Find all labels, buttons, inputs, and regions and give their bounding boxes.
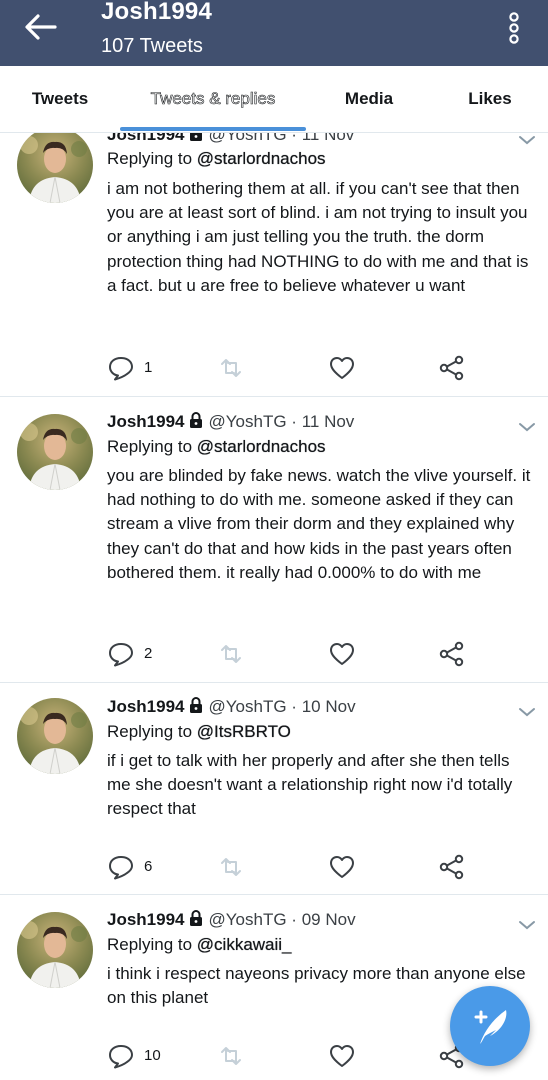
- replying-to: Replying to @cikkawaii_: [107, 935, 292, 954]
- reply-count: 1: [144, 359, 153, 376]
- author-name[interactable]: Josh1994: [107, 697, 185, 716]
- tweet-item[interactable]: Josh1994 @YoshTG · 11 Nov Replying to @st…: [0, 397, 548, 683]
- tweet-feed[interactable]: Josh1994 @YoshTG · 11 Nov Replying to @st…: [0, 133, 548, 1080]
- tweet-header: Josh1994 @YoshTG · 11 Nov: [107, 412, 354, 432]
- back-arrow-icon[interactable]: [22, 12, 58, 42]
- lock-icon: [189, 910, 202, 926]
- author-handle[interactable]: @YoshTG: [209, 910, 287, 929]
- retweet-icon[interactable]: [217, 355, 245, 381]
- author-name[interactable]: Josh1994: [107, 412, 185, 431]
- tweet-header: Josh1994 @YoshTG · 09 Nov: [107, 910, 356, 930]
- reply-count: 10: [144, 1047, 161, 1064]
- author-name[interactable]: Josh1994: [107, 133, 185, 144]
- like-heart-icon[interactable]: [328, 641, 356, 667]
- tab-media[interactable]: Media: [306, 66, 432, 132]
- avatar[interactable]: [17, 912, 93, 988]
- author-name[interactable]: Josh1994: [107, 910, 185, 929]
- reply-icon[interactable]: [107, 854, 135, 880]
- share-icon[interactable]: [438, 854, 466, 880]
- compose-feather-icon: [474, 1010, 507, 1044]
- tab-tweets[interactable]: Tweets: [0, 66, 120, 132]
- retweet-icon[interactable]: [217, 641, 245, 667]
- tweet-actions: 2: [107, 641, 537, 667]
- profile-tabs: Tweets Tweets & replies Media Likes: [0, 66, 548, 133]
- like-heart-icon[interactable]: [328, 854, 356, 880]
- tab-likes[interactable]: Likes: [432, 66, 548, 132]
- tweet-date[interactable]: 10 Nov: [302, 697, 356, 716]
- share-icon[interactable]: [438, 641, 466, 667]
- tweet-count: 107 Tweets: [101, 35, 203, 57]
- like-heart-icon[interactable]: [328, 1043, 356, 1069]
- reply-icon[interactable]: [107, 355, 135, 381]
- reply-mention-link[interactable]: @starlordnachos: [197, 437, 326, 456]
- tweet-date[interactable]: 11 Nov: [302, 412, 355, 431]
- reply-mention-link[interactable]: @starlordnachos: [197, 149, 326, 168]
- active-tab-indicator: [120, 127, 306, 131]
- top-app-bar: Josh1994 107 Tweets: [0, 0, 548, 66]
- like-heart-icon[interactable]: [328, 355, 356, 381]
- overflow-menu-icon[interactable]: [504, 12, 524, 44]
- avatar[interactable]: [17, 133, 93, 203]
- meta-separator: ·: [291, 697, 297, 716]
- chevron-down-icon[interactable]: [517, 705, 537, 719]
- author-handle[interactable]: @YoshTG: [209, 412, 287, 431]
- replying-to: Replying to @ItsRBRTO: [107, 722, 291, 741]
- tweet-header: Josh1994 @YoshTG · 11 Nov: [107, 133, 354, 145]
- tweet-text: if i get to talk with her properly and a…: [107, 751, 513, 819]
- author-handle[interactable]: @YoshTG: [209, 697, 287, 716]
- profile-name-title: Josh1994: [101, 0, 213, 25]
- meta-separator: ·: [291, 412, 297, 431]
- tab-tweets-and-replies[interactable]: Tweets & replies: [120, 66, 306, 132]
- tweet-text: i am not bothering them at all. if you c…: [107, 179, 529, 295]
- chevron-down-icon[interactable]: [517, 420, 537, 434]
- replying-to: Replying to @starlordnachos: [107, 437, 326, 456]
- reply-mention-link[interactable]: @cikkawaii_: [197, 935, 292, 954]
- chevron-down-icon[interactable]: [517, 918, 537, 932]
- tweet-text: you are blinded by fake news. watch the …: [107, 466, 531, 582]
- share-icon[interactable]: [438, 355, 466, 381]
- avatar[interactable]: [17, 698, 93, 774]
- reply-count: 6: [144, 858, 153, 875]
- tweet-date[interactable]: 09 Nov: [302, 910, 356, 929]
- reply-icon[interactable]: [107, 641, 135, 667]
- compose-tweet-button[interactable]: [450, 986, 530, 1066]
- tweet-actions: 6: [107, 854, 537, 880]
- tweet-header: Josh1994 @YoshTG · 10 Nov: [107, 697, 356, 717]
- meta-separator: ·: [291, 133, 297, 144]
- lock-icon: [189, 133, 202, 141]
- reply-mention-link[interactable]: @ItsRBRTO: [197, 722, 291, 741]
- retweet-icon[interactable]: [217, 1043, 245, 1069]
- reply-icon[interactable]: [107, 1043, 135, 1069]
- author-handle[interactable]: @YoshTG: [209, 133, 287, 144]
- avatar[interactable]: [17, 414, 93, 490]
- replying-to: Replying to @starlordnachos: [107, 149, 326, 168]
- reply-count: 2: [144, 645, 153, 662]
- tweet-item[interactable]: Josh1994 @YoshTG · 11 Nov Replying to @st…: [0, 133, 548, 397]
- lock-icon: [189, 697, 202, 713]
- tweet-actions: 1: [107, 355, 537, 381]
- lock-icon: [189, 412, 202, 428]
- tweet-date[interactable]: 11 Nov: [302, 133, 355, 144]
- meta-separator: ·: [291, 910, 297, 929]
- retweet-icon[interactable]: [217, 854, 245, 880]
- chevron-down-icon[interactable]: [517, 133, 537, 147]
- tweet-item[interactable]: Josh1994 @YoshTG · 10 Nov Replying to @It…: [0, 683, 548, 895]
